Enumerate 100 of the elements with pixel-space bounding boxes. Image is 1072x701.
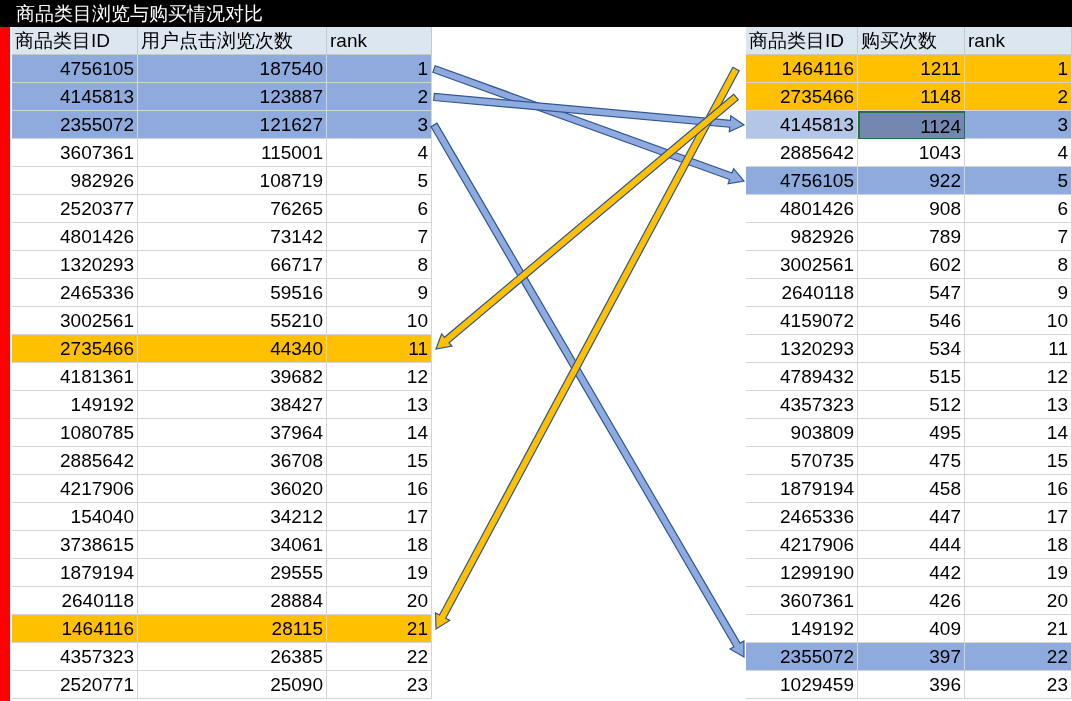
table-cell: 9 bbox=[965, 279, 1072, 307]
table-cell: 4181361 bbox=[12, 363, 138, 391]
table-cell: 546 bbox=[858, 307, 965, 335]
table-cell: 2520771 bbox=[12, 671, 138, 699]
table-cell: 2885642 bbox=[746, 139, 858, 167]
table-cell: 4217906 bbox=[12, 475, 138, 503]
table-cell: 1320293 bbox=[746, 335, 858, 363]
table-cell: 426 bbox=[858, 587, 965, 615]
table-cell: 21 bbox=[327, 615, 432, 643]
table-cell: 8 bbox=[327, 251, 432, 279]
table-cell: 4789432 bbox=[746, 363, 858, 391]
table-cell: 25090 bbox=[138, 671, 327, 699]
table-cell: 29555 bbox=[138, 559, 327, 587]
table-cell: 44340 bbox=[138, 335, 327, 363]
table-cell: 23 bbox=[327, 671, 432, 699]
table-cell: 23 bbox=[965, 671, 1072, 699]
table-cell: 12 bbox=[327, 363, 432, 391]
table-cell: 2640118 bbox=[12, 587, 138, 615]
table-cell: 4801426 bbox=[746, 195, 858, 223]
column-header: 商品类目ID bbox=[12, 27, 138, 55]
table-cell: 1464116 bbox=[12, 615, 138, 643]
table-cell: 3 bbox=[965, 111, 1072, 139]
table-cell: 3002561 bbox=[12, 307, 138, 335]
table-cell: 18 bbox=[327, 531, 432, 559]
table-cell: 19 bbox=[965, 559, 1072, 587]
table-cell: 397 bbox=[858, 643, 965, 671]
table-cell: 922 bbox=[858, 167, 965, 195]
table-cell: 2520377 bbox=[12, 195, 138, 223]
table-cell: 447 bbox=[858, 503, 965, 531]
table-cell: 28115 bbox=[138, 615, 327, 643]
table-cell: 154040 bbox=[12, 503, 138, 531]
table-cell: 66717 bbox=[138, 251, 327, 279]
table-cell: 409 bbox=[858, 615, 965, 643]
column-header: rank bbox=[327, 27, 432, 55]
table-cell: 6 bbox=[327, 195, 432, 223]
table-cell: 37964 bbox=[138, 419, 327, 447]
table-cell: 17 bbox=[965, 503, 1072, 531]
table-cell: 5 bbox=[965, 167, 1072, 195]
table-cell: 123887 bbox=[138, 83, 327, 111]
table-cell: 28884 bbox=[138, 587, 327, 615]
table-cell: 982926 bbox=[12, 167, 138, 195]
table-cell: 4756105 bbox=[746, 167, 858, 195]
table-cell: 4357323 bbox=[12, 643, 138, 671]
sheet-title: 商品类目浏览与购买情况对比 bbox=[0, 0, 1072, 27]
table-cell: 15 bbox=[965, 447, 1072, 475]
table-cell: 12 bbox=[965, 363, 1072, 391]
table-cell: 39682 bbox=[138, 363, 327, 391]
table-cell: 14 bbox=[965, 419, 1072, 447]
table-cell: 115001 bbox=[138, 139, 327, 167]
table-cell: 16 bbox=[327, 475, 432, 503]
table-cell: 3607361 bbox=[746, 587, 858, 615]
table-cell: 444 bbox=[858, 531, 965, 559]
table-cell: 34212 bbox=[138, 503, 327, 531]
table-cell: 11 bbox=[327, 335, 432, 363]
table-cell: 570735 bbox=[746, 447, 858, 475]
table-cell: 2465336 bbox=[12, 279, 138, 307]
table-cell: 4 bbox=[965, 139, 1072, 167]
column-header: rank bbox=[965, 27, 1072, 55]
column-header: 购买次数 bbox=[858, 27, 965, 55]
table-cell: 2640118 bbox=[746, 279, 858, 307]
table-cell: 1879194 bbox=[746, 475, 858, 503]
table-cell: 22 bbox=[965, 643, 1072, 671]
table-cell: 1080785 bbox=[12, 419, 138, 447]
table-cell: 36708 bbox=[138, 447, 327, 475]
table-cell: 2 bbox=[965, 83, 1072, 111]
table-cell: 475 bbox=[858, 447, 965, 475]
table-cell: 10 bbox=[965, 307, 1072, 335]
table-cell: 187540 bbox=[138, 55, 327, 83]
table-cell: 982926 bbox=[746, 223, 858, 251]
table-cell: 2355072 bbox=[12, 111, 138, 139]
table-cell: 17 bbox=[327, 503, 432, 531]
table-cell: 6 bbox=[965, 195, 1072, 223]
table-cell: 1124 bbox=[858, 111, 965, 139]
table-cell: 547 bbox=[858, 279, 965, 307]
table-cell: 602 bbox=[858, 251, 965, 279]
table-cell: 908 bbox=[858, 195, 965, 223]
table-cell: 1029459 bbox=[746, 671, 858, 699]
table-cell: 11 bbox=[965, 335, 1072, 363]
table-cell: 26385 bbox=[138, 643, 327, 671]
table-cell: 2735466 bbox=[746, 83, 858, 111]
table-cell: 20 bbox=[965, 587, 1072, 615]
column-header: 用户点击浏览次数 bbox=[138, 27, 327, 55]
table-cell: 5 bbox=[327, 167, 432, 195]
table-cell: 3738615 bbox=[12, 531, 138, 559]
table-cell: 4 bbox=[327, 139, 432, 167]
table-cell: 789 bbox=[858, 223, 965, 251]
table-cell: 108719 bbox=[138, 167, 327, 195]
table-cell: 396 bbox=[858, 671, 965, 699]
table-cell: 59516 bbox=[138, 279, 327, 307]
table-cell: 515 bbox=[858, 363, 965, 391]
table-cell: 2465336 bbox=[746, 503, 858, 531]
table-cell: 495 bbox=[858, 419, 965, 447]
table-cell: 4217906 bbox=[746, 531, 858, 559]
table-cell: 73142 bbox=[138, 223, 327, 251]
table-cell: 2 bbox=[327, 83, 432, 111]
table-cell: 34061 bbox=[138, 531, 327, 559]
column-header: 商品类目ID bbox=[746, 27, 858, 55]
table-cell: 76265 bbox=[138, 195, 327, 223]
table-cell: 1320293 bbox=[12, 251, 138, 279]
table-cell: 16 bbox=[965, 475, 1072, 503]
